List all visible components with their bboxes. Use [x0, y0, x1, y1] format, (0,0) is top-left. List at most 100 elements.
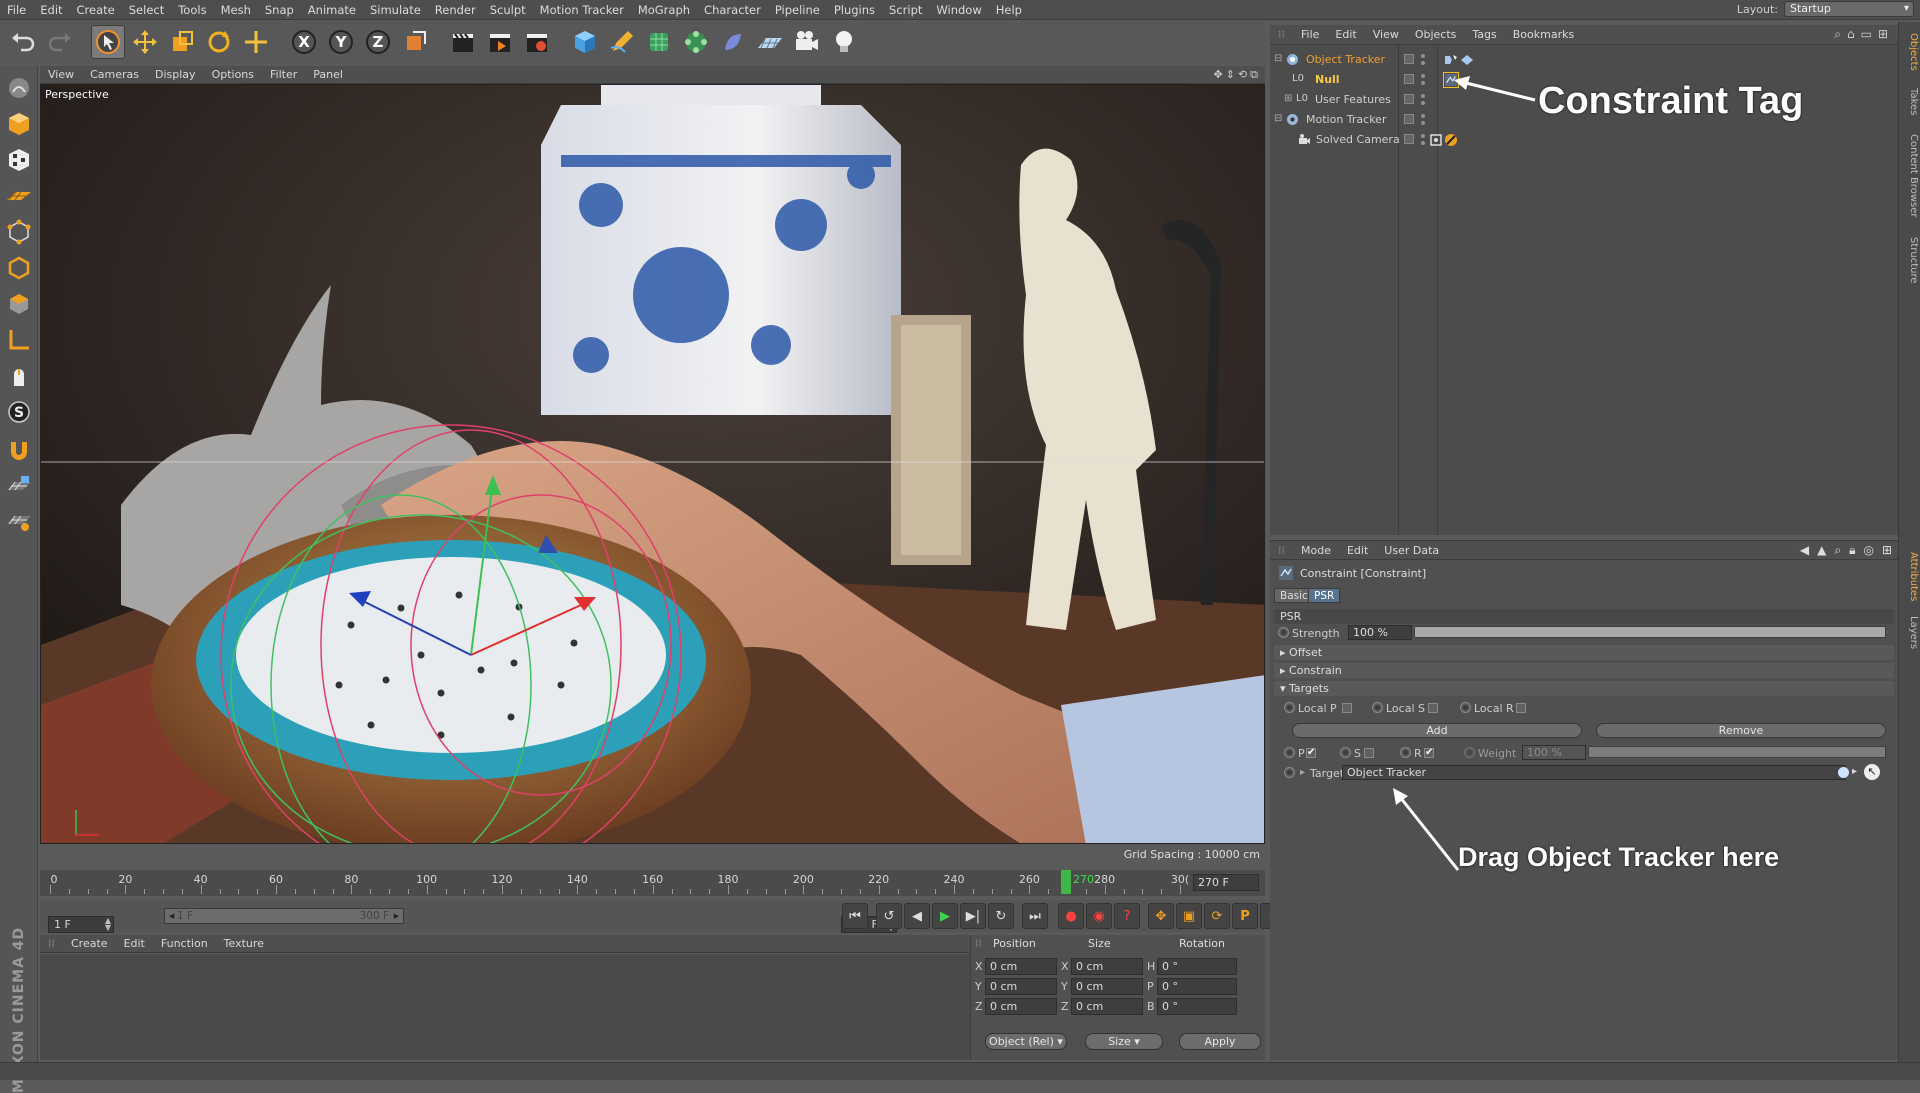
local-p-animate-radio[interactable]: [1284, 702, 1295, 713]
go-to-start-icon[interactable]: ⏮: [842, 903, 868, 929]
lock-icon[interactable]: 🔒︎: [1849, 543, 1855, 558]
preview-range-slider[interactable]: ◂ 1 F 300 F ▸: [164, 908, 404, 924]
record-active-icon[interactable]: ●: [1058, 903, 1084, 929]
array-icon[interactable]: [679, 25, 713, 59]
r-checkbox[interactable]: ✔: [1424, 748, 1434, 758]
collapse-icon[interactable]: ⊟: [1274, 53, 1282, 64]
om-menu-objects[interactable]: Objects: [1407, 28, 1465, 41]
mat-menu-edit[interactable]: Edit: [116, 937, 153, 950]
play-icon[interactable]: ▶: [932, 903, 958, 929]
light-icon[interactable]: [827, 25, 861, 59]
live-selection-icon[interactable]: [91, 25, 125, 59]
new-panel-icon[interactable]: ⊞: [1882, 543, 1892, 558]
weight-slider[interactable]: [1588, 746, 1886, 758]
om-menu-edit[interactable]: Edit: [1327, 28, 1364, 41]
tab-layers[interactable]: Layers: [1901, 612, 1919, 654]
workplane-icon[interactable]: [3, 180, 35, 212]
visibility-check[interactable]: [1404, 134, 1414, 144]
material-manager-area[interactable]: [40, 954, 970, 1060]
menu-render[interactable]: Render: [428, 0, 483, 20]
coordinate-system-icon[interactable]: [398, 25, 432, 59]
tab-objects[interactable]: Objects: [1901, 28, 1919, 76]
om-grip-icon[interactable]: ⁞⁞: [1270, 28, 1293, 41]
new-panel-icon[interactable]: ⊞: [1878, 27, 1888, 42]
menu-edit[interactable]: Edit: [33, 0, 69, 20]
menu-simulate[interactable]: Simulate: [363, 0, 428, 20]
local-r-animate-radio[interactable]: [1460, 702, 1471, 713]
size-z-field[interactable]: 0 cm: [1071, 998, 1143, 1015]
visibility-check[interactable]: [1404, 94, 1414, 104]
record-position-icon[interactable]: ✥: [1148, 903, 1174, 929]
tab-psr[interactable]: PSR: [1308, 588, 1341, 603]
axis-icon[interactable]: [3, 324, 35, 356]
menu-script[interactable]: Script: [882, 0, 929, 20]
record-parameter-icon[interactable]: P: [1232, 903, 1258, 929]
rotate-icon[interactable]: [202, 25, 236, 59]
timeline-ruler[interactable]: 0 20 40 60 80 100 120 140 160 180 200 220 240 260 280 3…: [40, 870, 1265, 896]
coordinate-mode-select[interactable]: Object (Rel) ▾: [985, 1033, 1067, 1050]
object-row-object-tracker[interactable]: ⊟ Object Tracker: [1270, 50, 1898, 70]
size-y-field[interactable]: 0 cm: [1071, 978, 1143, 995]
undo-icon[interactable]: [6, 25, 40, 59]
local-p-checkbox[interactable]: [1342, 703, 1352, 713]
group-targets[interactable]: ▾ Targets: [1274, 681, 1894, 696]
tweak-icon[interactable]: [3, 360, 35, 392]
keyframe-selection-icon[interactable]: ?: [1114, 903, 1140, 929]
p-checkbox[interactable]: ✔: [1306, 748, 1316, 758]
menu-tools[interactable]: Tools: [171, 0, 213, 20]
polygons-mode-icon[interactable]: [3, 288, 35, 320]
menu-motion-tracker[interactable]: Motion Tracker: [533, 0, 631, 20]
group-constrain[interactable]: ▸ Constrain: [1274, 663, 1894, 678]
render-view-icon[interactable]: [446, 25, 480, 59]
strength-field[interactable]: 100 %: [1348, 625, 1412, 640]
editor-visibility-dot[interactable]: [1421, 74, 1425, 78]
render-visibility-dot[interactable]: [1421, 121, 1425, 125]
position-x-field[interactable]: 0 cm: [985, 958, 1057, 975]
tracker-tag-icon[interactable]: [1443, 52, 1459, 68]
menu-sculpt[interactable]: Sculpt: [483, 0, 533, 20]
render-visibility-dot[interactable]: [1421, 141, 1425, 145]
mat-menu-function[interactable]: Function: [153, 937, 216, 950]
s-checkbox[interactable]: [1364, 748, 1374, 758]
mat-menu-texture[interactable]: Texture: [216, 937, 272, 950]
menu-mesh[interactable]: Mesh: [214, 0, 258, 20]
up-arrow-icon[interactable]: ▲: [1817, 543, 1826, 558]
z-axis-icon[interactable]: Z: [361, 25, 395, 59]
y-axis-icon[interactable]: Y: [324, 25, 358, 59]
local-s-checkbox[interactable]: [1428, 703, 1438, 713]
edit-render-settings-icon[interactable]: [520, 25, 554, 59]
previous-key-icon[interactable]: ↺: [876, 903, 902, 929]
next-key-icon[interactable]: ↻: [988, 903, 1014, 929]
magnet-icon[interactable]: [3, 432, 35, 464]
tab-attributes[interactable]: Attributes: [1901, 546, 1919, 608]
menu-create[interactable]: Create: [70, 0, 122, 20]
deformer-icon[interactable]: [716, 25, 750, 59]
model-mode-icon[interactable]: [3, 108, 35, 140]
remove-target-button[interactable]: Remove: [1596, 723, 1886, 738]
collapse-icon[interactable]: ⊟: [1274, 113, 1282, 124]
menu-plugins[interactable]: Plugins: [827, 0, 882, 20]
playhead[interactable]: [1061, 870, 1071, 894]
local-s-animate-radio[interactable]: [1372, 702, 1383, 713]
position-z-field[interactable]: 0 cm: [985, 998, 1057, 1015]
camera-icon[interactable]: [790, 25, 824, 59]
scale-icon[interactable]: [165, 25, 199, 59]
edges-mode-icon[interactable]: [3, 252, 35, 284]
weight-field[interactable]: 100 %: [1522, 745, 1586, 760]
visibility-check[interactable]: [1404, 74, 1414, 84]
planar-workplane-icon[interactable]: [3, 504, 35, 536]
menu-window[interactable]: Window: [929, 0, 988, 20]
tab-structure[interactable]: Structure: [1901, 230, 1919, 290]
strength-animate-radio[interactable]: [1278, 627, 1289, 638]
move-icon[interactable]: [128, 25, 162, 59]
subdivision-icon[interactable]: [642, 25, 676, 59]
editor-visibility-dot[interactable]: [1421, 134, 1425, 138]
editor-visibility-dot[interactable]: [1421, 114, 1425, 118]
go-to-end-icon[interactable]: ⏭: [1022, 903, 1048, 929]
recent-tool-icon[interactable]: [239, 25, 273, 59]
menu-animate[interactable]: Animate: [301, 0, 363, 20]
size-mode-select[interactable]: Size ▾: [1085, 1033, 1163, 1050]
home-icon[interactable]: ⌂: [1847, 27, 1855, 42]
texture-mode-icon[interactable]: [3, 144, 35, 176]
perspective-viewport[interactable]: Perspective: [40, 84, 1265, 844]
